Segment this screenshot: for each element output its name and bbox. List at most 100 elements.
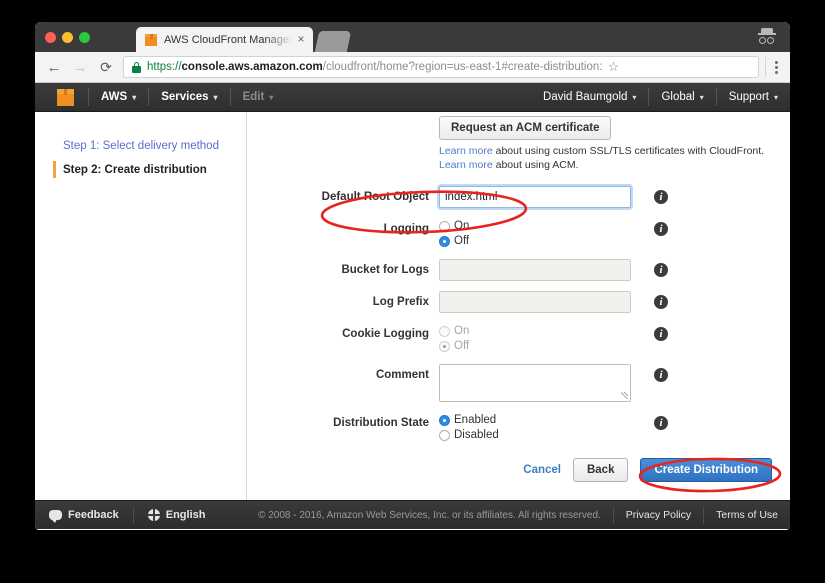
bookmark-star-icon[interactable]: ☆ bbox=[602, 59, 624, 75]
row-log-prefix: Log Prefix i bbox=[247, 291, 790, 313]
label-comment: Comment bbox=[375, 369, 429, 381]
comment-textarea[interactable] bbox=[439, 364, 631, 402]
aws-cube-icon bbox=[144, 33, 158, 47]
info-icon[interactable]: i bbox=[654, 368, 668, 382]
learn-more-line-1: Learn more about using custom SSL/TLS ce… bbox=[439, 144, 764, 158]
learn-more-row: Learn more about using custom SSL/TLS ce… bbox=[247, 144, 790, 172]
cookie-logging-on-label: On bbox=[454, 325, 470, 337]
nav-item-edit[interactable]: Edit ▾ bbox=[231, 91, 286, 103]
create-distribution-button[interactable]: Create Distribution bbox=[640, 458, 772, 482]
cancel-button[interactable]: Cancel bbox=[523, 464, 561, 476]
privacy-policy-link[interactable]: Privacy Policy bbox=[614, 509, 703, 521]
nav-item-aws[interactable]: AWS ▾ bbox=[89, 91, 148, 103]
aws-cube-logo[interactable] bbox=[57, 88, 74, 106]
info-icon[interactable]: i bbox=[654, 222, 668, 236]
field-cookie-logging: On Off bbox=[439, 323, 631, 354]
screenshot-root: AWS CloudFront Management × ← → ⟳ https:… bbox=[0, 0, 825, 583]
page-footer: Feedback English © 2008 - 2016, Amazon W… bbox=[35, 500, 790, 529]
terms-of-use-link[interactable]: Terms of Use bbox=[704, 509, 790, 521]
browser-window: AWS CloudFront Management × ← → ⟳ https:… bbox=[35, 22, 790, 530]
browser-tab-inactive[interactable] bbox=[314, 31, 352, 52]
label-default-root-object: Default Root Object bbox=[321, 191, 429, 203]
default-root-object-input[interactable] bbox=[439, 186, 631, 208]
cookie-logging-radio-off[interactable]: Off bbox=[439, 339, 631, 353]
minimize-window-button[interactable] bbox=[62, 32, 73, 43]
url-scheme: https:// bbox=[147, 61, 182, 73]
nav-item-edit-label: Edit bbox=[242, 91, 265, 103]
cookie-logging-off-label: Off bbox=[454, 340, 470, 352]
sidebar-step-1[interactable]: Step 1: Select delivery method bbox=[35, 134, 246, 158]
browser-tab-active[interactable]: AWS CloudFront Management × bbox=[136, 27, 313, 52]
kebab-menu-icon[interactable] bbox=[766, 59, 790, 76]
wizard-steps-sidebar: Step 1: Select delivery method Step 2: C… bbox=[35, 112, 247, 500]
label-log-prefix: Log Prefix bbox=[372, 296, 429, 308]
row-comment: Comment i bbox=[247, 364, 790, 402]
maximize-window-button[interactable] bbox=[79, 32, 90, 43]
distribution-state-radio-enabled[interactable]: Enabled bbox=[439, 413, 631, 427]
address-bar[interactable]: https://console.aws.amazon.com/cloudfron… bbox=[123, 56, 759, 78]
feedback-label: Feedback bbox=[68, 509, 119, 521]
acm-row: Request an ACM certificate bbox=[247, 116, 790, 140]
info-col: i bbox=[631, 412, 691, 430]
nav-item-region[interactable]: Global ▾ bbox=[649, 91, 715, 103]
label-cookie-logging: Cookie Logging bbox=[342, 328, 429, 340]
radio-icon[interactable] bbox=[439, 220, 450, 232]
learn-more-link-acm[interactable]: Learn more bbox=[439, 159, 493, 171]
radio-icon-disabled bbox=[439, 325, 450, 337]
nav-item-support[interactable]: Support ▾ bbox=[717, 91, 790, 103]
info-col: i bbox=[631, 186, 691, 204]
feedback-button[interactable]: Feedback bbox=[35, 501, 133, 530]
radio-icon[interactable] bbox=[439, 429, 450, 441]
learn-more-text-acm: about using ACM. bbox=[492, 159, 579, 171]
info-icon[interactable]: i bbox=[654, 416, 668, 430]
learn-more-link-ssl[interactable]: Learn more bbox=[439, 145, 493, 157]
info-icon[interactable]: i bbox=[654, 263, 668, 277]
globe-icon bbox=[147, 509, 160, 521]
radio-icon-selected[interactable] bbox=[439, 235, 450, 247]
row-bucket-for-logs: Bucket for Logs i bbox=[247, 259, 790, 281]
incognito-icon[interactable] bbox=[756, 26, 778, 48]
field-default-root-object bbox=[439, 186, 631, 208]
form-actions: Cancel Back Create Distribution bbox=[523, 458, 772, 482]
radio-icon-selected[interactable] bbox=[439, 414, 450, 426]
nav-item-services[interactable]: Services ▾ bbox=[149, 91, 229, 103]
radio-icon-disabled-selected bbox=[439, 340, 450, 352]
logging-radio-on[interactable]: On bbox=[439, 219, 631, 233]
logging-on-label: On bbox=[454, 220, 470, 232]
request-acm-certificate-button[interactable]: Request an ACM certificate bbox=[439, 116, 612, 140]
chevron-down-icon: ▾ bbox=[213, 92, 218, 102]
field-logging: On Off bbox=[439, 218, 631, 249]
close-window-button[interactable] bbox=[45, 32, 56, 43]
bucket-for-logs-input[interactable] bbox=[439, 259, 631, 281]
cookie-logging-radio-on[interactable]: On bbox=[439, 324, 631, 338]
back-button[interactable]: ← bbox=[41, 60, 67, 75]
language-button[interactable]: English bbox=[134, 501, 220, 530]
info-icon[interactable]: i bbox=[654, 327, 668, 341]
learn-more-line-2: Learn more about using ACM. bbox=[439, 158, 764, 172]
url-host: console.aws.amazon.com bbox=[181, 61, 323, 73]
nav-item-account[interactable]: David Baumgold ▾ bbox=[531, 91, 648, 103]
distribution-state-radio-disabled[interactable]: Disabled bbox=[439, 428, 631, 442]
forward-button[interactable]: → bbox=[67, 60, 93, 75]
lock-icon bbox=[132, 61, 141, 73]
nav-item-aws-label: AWS bbox=[101, 91, 128, 103]
info-col: i bbox=[631, 259, 691, 277]
window-traffic-lights bbox=[45, 32, 90, 43]
row-distribution-state: Distribution State Enabled Disabled i bbox=[247, 412, 790, 443]
close-tab-icon[interactable]: × bbox=[295, 33, 307, 46]
info-icon[interactable]: i bbox=[654, 295, 668, 309]
row-cookie-logging: Cookie Logging On Off i bbox=[247, 323, 790, 354]
aws-nav-right: David Baumgold ▾ Global ▾ Support ▾ bbox=[531, 88, 790, 106]
nav-item-account-label: David Baumgold bbox=[543, 91, 628, 103]
distribution-state-enabled-label: Enabled bbox=[454, 414, 497, 426]
field-distribution-state: Enabled Disabled bbox=[439, 412, 631, 443]
learn-more-block: Learn more about using custom SSL/TLS ce… bbox=[439, 144, 764, 172]
info-icon[interactable]: i bbox=[654, 190, 668, 204]
browser-tab-title: AWS CloudFront Management bbox=[164, 33, 293, 46]
reload-button[interactable]: ⟳ bbox=[93, 60, 119, 74]
logging-radio-off[interactable]: Off bbox=[439, 234, 631, 248]
log-prefix-input[interactable] bbox=[439, 291, 631, 313]
distribution-state-disabled-label: Disabled bbox=[454, 429, 499, 441]
back-button[interactable]: Back bbox=[572, 458, 629, 482]
sidebar-step-2: Step 2: Create distribution bbox=[35, 158, 246, 182]
